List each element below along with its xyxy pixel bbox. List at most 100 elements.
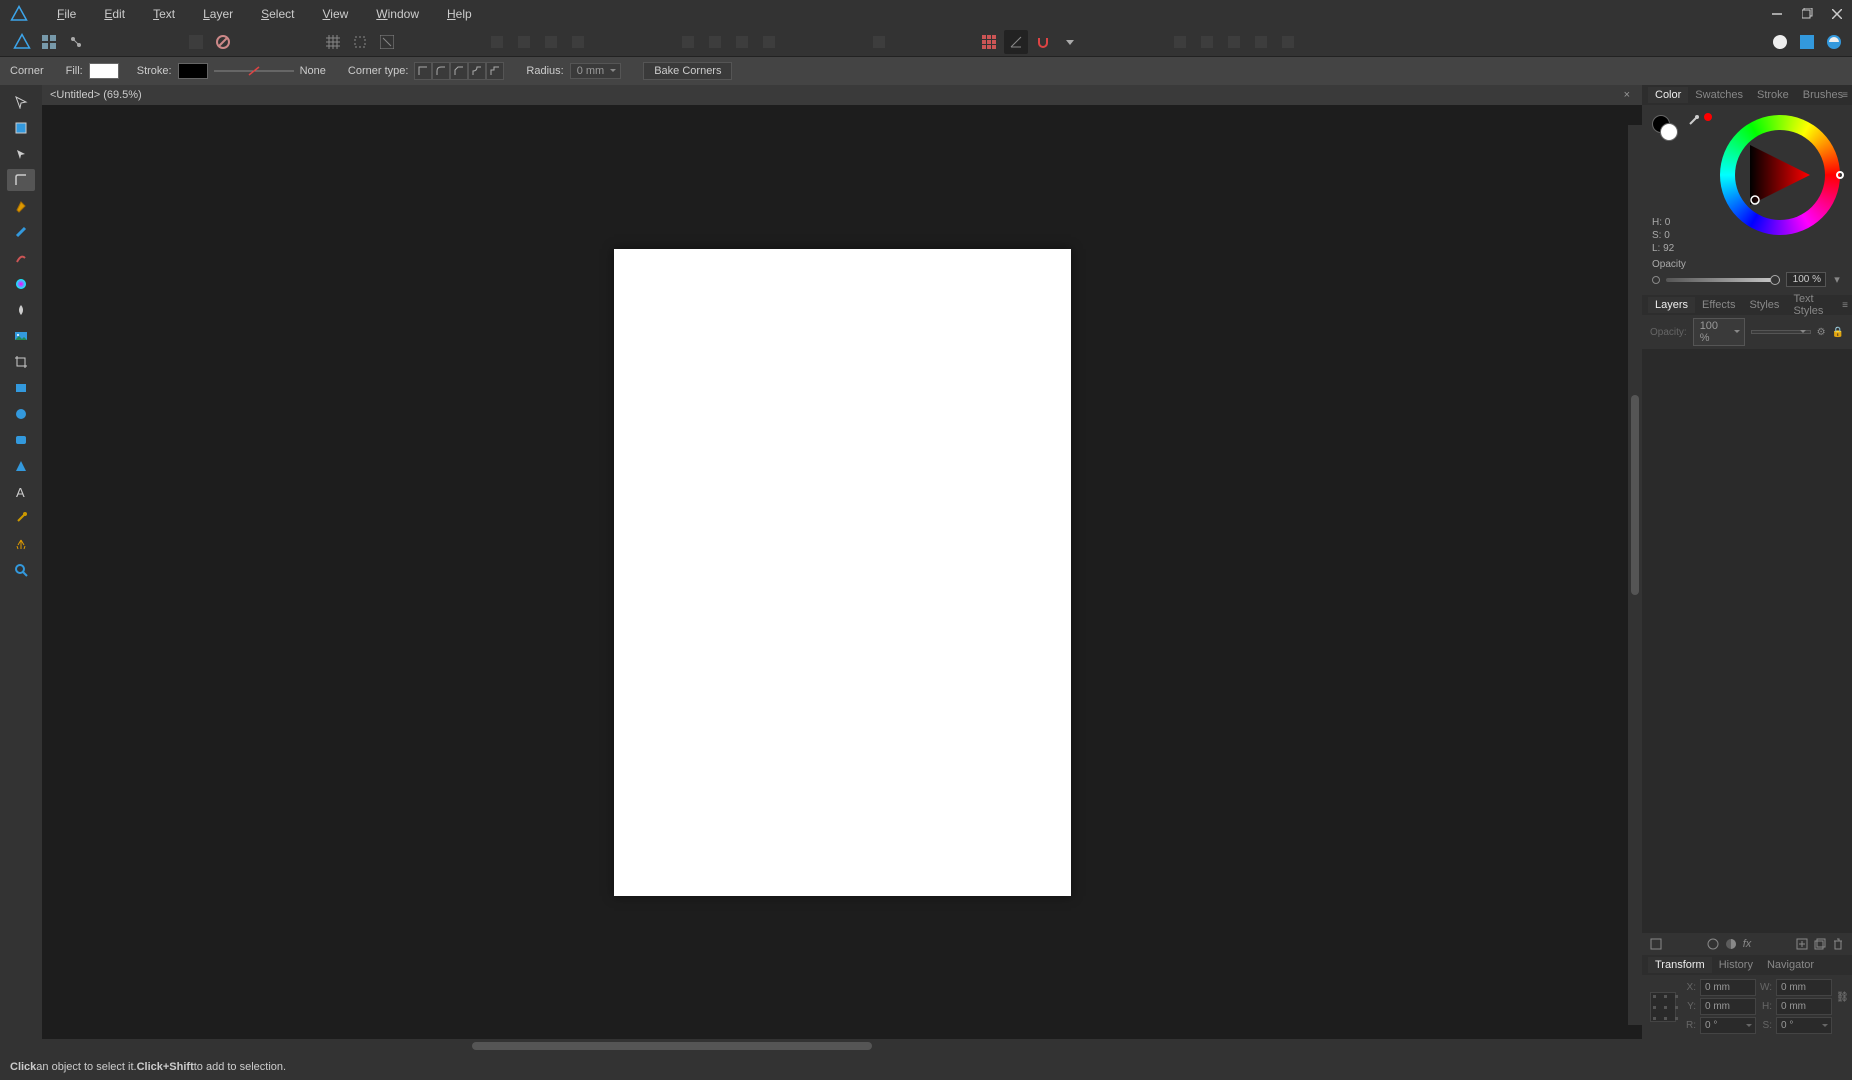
panel-menu-icon[interactable]: ≡ bbox=[1842, 300, 1848, 311]
layer-lock-icon[interactable]: 🔒 bbox=[1832, 327, 1844, 338]
vector-brush-tool[interactable] bbox=[7, 247, 35, 269]
axis-toggle-button[interactable] bbox=[1004, 30, 1028, 54]
align-hcenter-button[interactable] bbox=[703, 30, 727, 54]
x-field[interactable]: 0 mm bbox=[1700, 979, 1756, 996]
menu-view[interactable]: View bbox=[308, 7, 362, 21]
view-tool[interactable] bbox=[7, 533, 35, 555]
hue-wheel[interactable] bbox=[1720, 115, 1840, 235]
menu-edit[interactable]: Edit bbox=[90, 7, 139, 21]
snap-edges-button[interactable] bbox=[375, 30, 399, 54]
order-frontone-button[interactable] bbox=[539, 30, 563, 54]
order-back-button[interactable] bbox=[485, 30, 509, 54]
snapping-button[interactable] bbox=[1031, 30, 1055, 54]
layer-blend-mode-field[interactable] bbox=[1751, 330, 1811, 334]
bool-combine-button[interactable] bbox=[1276, 30, 1300, 54]
menu-file[interactable]: File bbox=[43, 7, 90, 21]
bool-divide-button[interactable] bbox=[1249, 30, 1273, 54]
ellipse-tool[interactable] bbox=[7, 403, 35, 425]
order-front-button[interactable] bbox=[566, 30, 590, 54]
canvas-viewport[interactable] bbox=[42, 105, 1642, 1039]
distribute-h-button[interactable] bbox=[867, 30, 891, 54]
window-minimize-button[interactable] bbox=[1762, 0, 1792, 27]
tab-color[interactable]: Color bbox=[1648, 87, 1688, 103]
w-field[interactable]: 0 mm bbox=[1776, 979, 1832, 996]
pencil-tool[interactable] bbox=[7, 221, 35, 243]
corner-type-concave-button[interactable] bbox=[468, 62, 486, 80]
s-field[interactable]: 0 ° bbox=[1776, 1017, 1832, 1034]
panel-menu-icon[interactable]: ≡ bbox=[1842, 90, 1848, 101]
fx-layer-icon[interactable]: fx bbox=[1743, 938, 1752, 950]
r-field[interactable]: 0 ° bbox=[1700, 1017, 1756, 1034]
layer-opacity-field[interactable]: 100 % bbox=[1693, 318, 1745, 346]
corner-type-round-button[interactable] bbox=[432, 62, 450, 80]
bool-intersect-button[interactable] bbox=[1222, 30, 1246, 54]
tab-history[interactable]: History bbox=[1712, 957, 1760, 973]
artistic-text-tool[interactable]: A bbox=[7, 481, 35, 503]
opacity-slider[interactable] bbox=[1666, 278, 1780, 282]
bool-subtract-button[interactable] bbox=[1195, 30, 1219, 54]
persona-export-button[interactable] bbox=[1822, 30, 1846, 54]
y-field[interactable]: 0 mm bbox=[1700, 998, 1756, 1015]
crop-tool[interactable] bbox=[7, 351, 35, 373]
stroke-swatch[interactable] bbox=[178, 63, 208, 79]
snap-guides-button[interactable] bbox=[348, 30, 372, 54]
add-pixel-layer-icon[interactable] bbox=[1796, 938, 1808, 950]
vertical-scrollbar[interactable] bbox=[1628, 125, 1642, 1025]
artboard-tool[interactable] bbox=[7, 117, 35, 139]
menu-help[interactable]: Help bbox=[433, 7, 486, 21]
window-close-button[interactable] bbox=[1822, 0, 1852, 27]
primary-color-swatch[interactable] bbox=[1660, 123, 1678, 141]
sync-button[interactable] bbox=[64, 30, 88, 54]
layer-lock-button[interactable] bbox=[211, 30, 235, 54]
corner-type-none-button[interactable] bbox=[414, 62, 432, 80]
rectangle-tool[interactable] bbox=[7, 377, 35, 399]
transparency-tool[interactable] bbox=[7, 299, 35, 321]
snapping-dropdown-button[interactable] bbox=[1058, 30, 1082, 54]
bake-corners-button[interactable]: Bake Corners bbox=[643, 62, 732, 80]
menu-text[interactable]: Text bbox=[139, 7, 189, 21]
horizontal-scrollbar[interactable] bbox=[42, 1039, 1642, 1053]
zoom-tool[interactable] bbox=[7, 559, 35, 581]
corner-type-cutout-button[interactable] bbox=[486, 62, 504, 80]
tab-swatches[interactable]: Swatches bbox=[1688, 87, 1750, 103]
anchor-point-widget[interactable] bbox=[1650, 992, 1676, 1022]
menu-select[interactable]: Select bbox=[247, 7, 308, 21]
stroke-width-preview[interactable] bbox=[214, 71, 294, 72]
menu-window[interactable]: Window bbox=[362, 7, 433, 21]
triangle-tool[interactable] bbox=[7, 455, 35, 477]
opacity-value-field[interactable]: 100 % bbox=[1786, 272, 1826, 287]
color-picker-tool[interactable] bbox=[7, 507, 35, 529]
rounded-rectangle-tool[interactable] bbox=[7, 429, 35, 451]
order-backone-button[interactable] bbox=[512, 30, 536, 54]
layer-visibility-button[interactable] bbox=[184, 30, 208, 54]
move-tool[interactable] bbox=[7, 91, 35, 113]
sample-color-icon[interactable] bbox=[1704, 113, 1712, 121]
align-right-button[interactable] bbox=[730, 30, 754, 54]
grid-toggle-button[interactable] bbox=[977, 30, 1001, 54]
persona-designer-button[interactable] bbox=[1768, 30, 1792, 54]
tab-navigator[interactable]: Navigator bbox=[1760, 957, 1821, 973]
place-image-tool[interactable] bbox=[7, 325, 35, 347]
adjustment-layer-icon[interactable] bbox=[1725, 938, 1737, 950]
layer-settings-icon[interactable]: ⚙ bbox=[1817, 327, 1826, 338]
node-tool[interactable] bbox=[7, 143, 35, 165]
align-top-button[interactable] bbox=[757, 30, 781, 54]
persona-pixel-button[interactable] bbox=[1795, 30, 1819, 54]
opacity-none-icon[interactable] bbox=[1652, 276, 1660, 284]
tab-layers[interactable]: Layers bbox=[1648, 297, 1695, 313]
arrange-studio-button[interactable] bbox=[37, 30, 61, 54]
align-left-button[interactable] bbox=[676, 30, 700, 54]
window-restore-button[interactable] bbox=[1792, 0, 1822, 27]
saturation-triangle[interactable] bbox=[1740, 135, 1820, 215]
bool-add-button[interactable] bbox=[1168, 30, 1192, 54]
corner-tool[interactable] bbox=[7, 169, 35, 191]
add-layer-icon[interactable] bbox=[1814, 938, 1826, 950]
canvas-page[interactable] bbox=[614, 249, 1071, 896]
opacity-dropdown-button[interactable]: ▾ bbox=[1832, 273, 1842, 286]
app-logo-button[interactable] bbox=[10, 30, 34, 54]
eyedropper-icon[interactable] bbox=[1687, 115, 1699, 127]
pen-tool[interactable] bbox=[7, 195, 35, 217]
tab-effects[interactable]: Effects bbox=[1695, 297, 1742, 313]
radius-field[interactable]: 0 mm bbox=[570, 63, 622, 79]
mask-layer-icon[interactable] bbox=[1707, 938, 1719, 950]
